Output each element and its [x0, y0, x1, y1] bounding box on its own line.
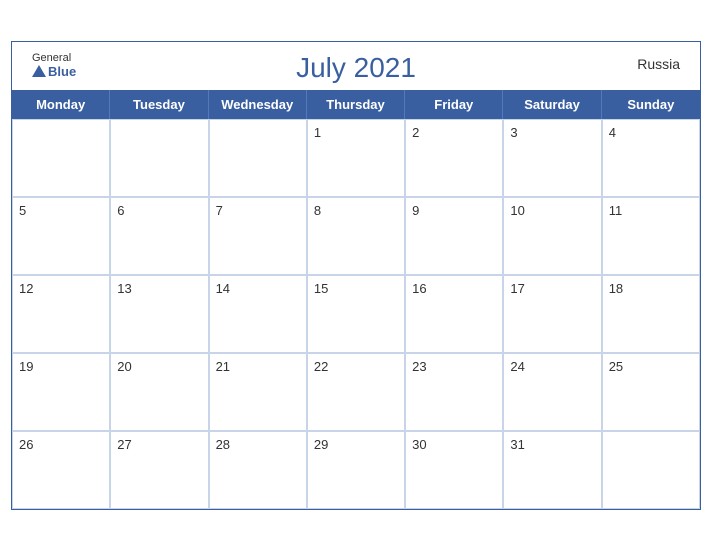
cell-date-number: 2	[412, 125, 419, 140]
cell-date-number: 19	[19, 359, 33, 374]
logo-blue-text: Blue	[32, 64, 76, 79]
calendar-cell	[209, 119, 307, 197]
cell-date-number: 22	[314, 359, 328, 374]
cell-date-number: 21	[216, 359, 230, 374]
cell-date-number: 16	[412, 281, 426, 296]
calendar-cell: 10	[503, 197, 601, 275]
calendar-cell: 1	[307, 119, 405, 197]
logo: General Blue	[32, 52, 76, 79]
calendar-cell: 24	[503, 353, 601, 431]
cell-date-number: 29	[314, 437, 328, 452]
calendar-cell: 22	[307, 353, 405, 431]
calendar-cell: 5	[12, 197, 110, 275]
cell-date-number: 1	[314, 125, 321, 140]
calendar-cell: 19	[12, 353, 110, 431]
calendar-cell	[12, 119, 110, 197]
days-header: Monday Tuesday Wednesday Thursday Friday…	[12, 90, 700, 119]
day-header-wednesday: Wednesday	[209, 90, 307, 119]
day-header-friday: Friday	[405, 90, 503, 119]
logo-general-text: General	[32, 52, 71, 64]
cell-date-number: 15	[314, 281, 328, 296]
cell-date-number: 8	[314, 203, 321, 218]
calendar-cell: 7	[209, 197, 307, 275]
calendar-country: Russia	[637, 56, 680, 72]
cell-date-number: 25	[609, 359, 623, 374]
calendar-cell: 2	[405, 119, 503, 197]
cell-date-number: 27	[117, 437, 131, 452]
calendar-cell: 25	[602, 353, 700, 431]
calendar-cell: 15	[307, 275, 405, 353]
calendar-cell: 30	[405, 431, 503, 509]
calendar-cell: 16	[405, 275, 503, 353]
day-header-sunday: Sunday	[602, 90, 700, 119]
calendar-title: July 2021	[296, 52, 416, 84]
day-header-tuesday: Tuesday	[110, 90, 208, 119]
calendar-cell: 21	[209, 353, 307, 431]
calendar-cell: 18	[602, 275, 700, 353]
day-header-saturday: Saturday	[503, 90, 601, 119]
cell-date-number: 20	[117, 359, 131, 374]
logo-triangle-icon	[32, 65, 46, 77]
cell-date-number: 4	[609, 125, 616, 140]
calendar-cell	[110, 119, 208, 197]
cell-date-number: 26	[19, 437, 33, 452]
calendar-cell: 11	[602, 197, 700, 275]
calendar-cell: 23	[405, 353, 503, 431]
calendar-cell: 8	[307, 197, 405, 275]
cell-date-number: 31	[510, 437, 524, 452]
cell-date-number: 12	[19, 281, 33, 296]
calendar-cell: 26	[12, 431, 110, 509]
calendar-cell: 20	[110, 353, 208, 431]
cell-date-number: 18	[609, 281, 623, 296]
cell-date-number: 11	[609, 203, 623, 218]
calendar-cell: 31	[503, 431, 601, 509]
calendar-header: General Blue July 2021 Russia	[12, 42, 700, 90]
calendar-cell: 3	[503, 119, 601, 197]
calendar-cell: 4	[602, 119, 700, 197]
calendar-grid: 1234567891011121314151617181920212223242…	[12, 119, 700, 509]
day-header-monday: Monday	[12, 90, 110, 119]
calendar: General Blue July 2021 Russia Monday Tue…	[11, 41, 701, 510]
calendar-cell: 27	[110, 431, 208, 509]
calendar-cell: 13	[110, 275, 208, 353]
cell-date-number: 5	[19, 203, 26, 218]
cell-date-number: 13	[117, 281, 131, 296]
cell-date-number: 14	[216, 281, 230, 296]
calendar-cell: 9	[405, 197, 503, 275]
cell-date-number: 30	[412, 437, 426, 452]
calendar-cell: 28	[209, 431, 307, 509]
calendar-cell: 14	[209, 275, 307, 353]
calendar-cell	[602, 431, 700, 509]
cell-date-number: 28	[216, 437, 230, 452]
cell-date-number: 9	[412, 203, 419, 218]
calendar-cell: 29	[307, 431, 405, 509]
cell-date-number: 17	[510, 281, 524, 296]
cell-date-number: 3	[510, 125, 517, 140]
cell-date-number: 6	[117, 203, 124, 218]
cell-date-number: 7	[216, 203, 223, 218]
calendar-cell: 17	[503, 275, 601, 353]
cell-date-number: 10	[510, 203, 524, 218]
calendar-cell: 6	[110, 197, 208, 275]
cell-date-number: 24	[510, 359, 524, 374]
calendar-cell: 12	[12, 275, 110, 353]
cell-date-number: 23	[412, 359, 426, 374]
day-header-thursday: Thursday	[307, 90, 405, 119]
